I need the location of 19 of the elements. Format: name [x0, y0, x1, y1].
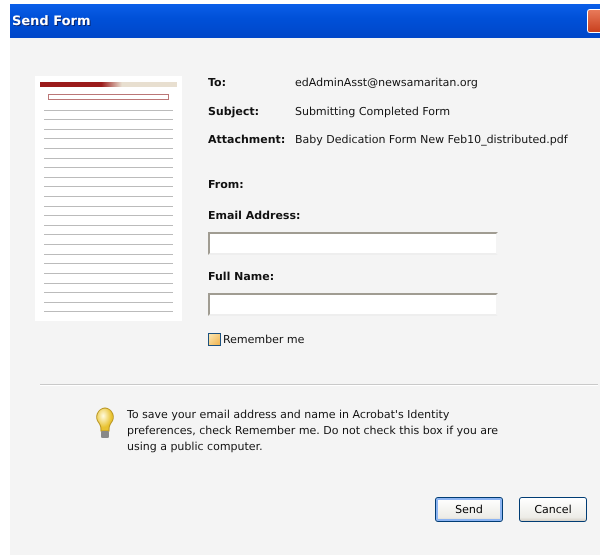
field-label: Full Name: — [208, 270, 276, 282]
field-label: Attachment: — [208, 133, 286, 148]
field-label: To: — [208, 76, 227, 91]
remember-checkbox[interactable] — [208, 332, 221, 346]
cancel-button[interactable]: Cancel — [519, 496, 587, 522]
lightbulb-icon — [95, 406, 115, 440]
hint-text: To save your email address and name in Acrobat's Identity preferences, check Remember me. Do not check this box if you are using a public computer. — [127, 406, 500, 454]
field-value: Submitting Completed Form — [295, 104, 450, 120]
field-label: Subject: — [208, 104, 260, 120]
field-value: Baby Dedication Form New Feb10_distributed.pdf — [295, 133, 568, 148]
remember-label: Remember me — [223, 332, 304, 346]
field-value: edAdminAsst@newsamaritan.org — [295, 76, 478, 91]
name-input[interactable] — [208, 292, 498, 316]
window-title: Send Form — [11, 14, 91, 28]
send-button[interactable]: Send — [435, 496, 503, 522]
field-label: Email Address: — [208, 208, 302, 222]
from-label: From: — [208, 178, 245, 190]
email-input[interactable] — [208, 232, 498, 254]
close-button[interactable] — [587, 9, 600, 33]
